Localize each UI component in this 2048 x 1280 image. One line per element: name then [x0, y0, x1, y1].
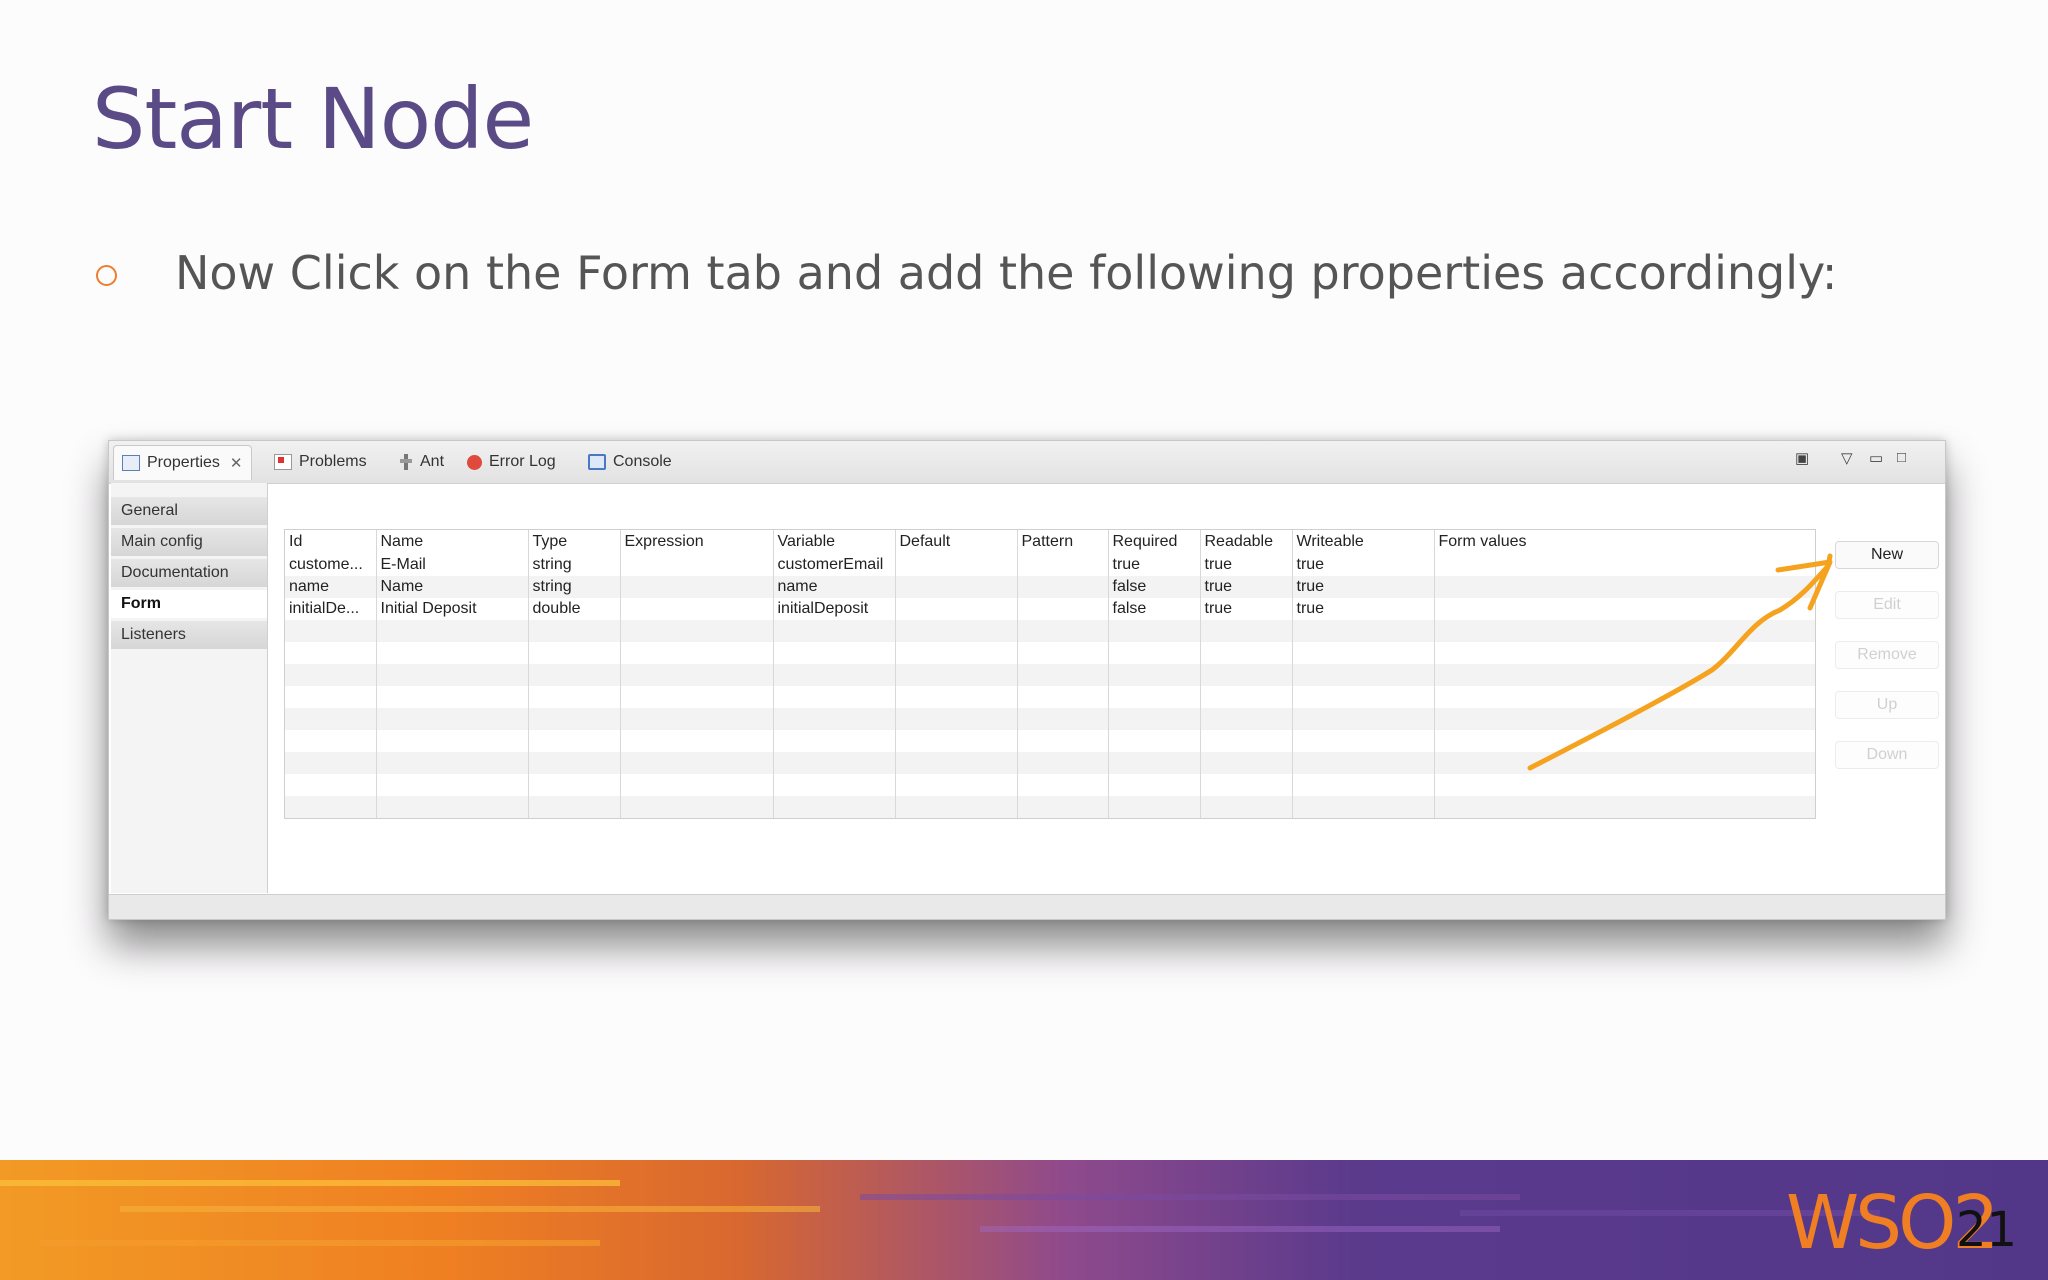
page-number: 21 [1956, 1202, 2018, 1258]
annotation-arrow-icon [1527, 553, 1833, 771]
footer-band [0, 1160, 2048, 1280]
